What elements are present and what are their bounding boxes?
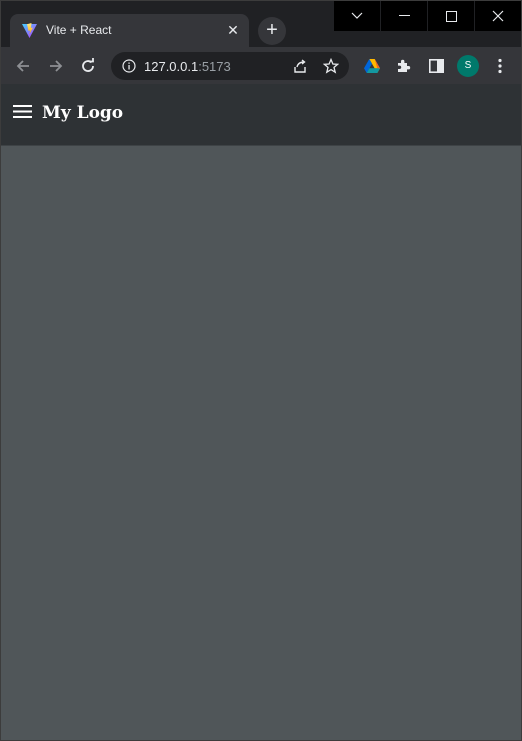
tab-strip: Vite + React ✕ + — [1, 1, 521, 47]
kebab-menu-icon[interactable] — [489, 55, 511, 77]
url-host: 127.0.0.1 — [144, 59, 199, 74]
arrow-left-icon[interactable] — [12, 55, 34, 77]
arrow-right-icon[interactable] — [45, 55, 67, 77]
page-content: My Logo — [1, 84, 521, 740]
app-navbar: My Logo — [1, 84, 521, 146]
tab-title: Vite + React — [46, 23, 112, 37]
address-bar[interactable]: 127.0.0.1:5173 — [111, 52, 349, 80]
url-port: :5173 — [198, 59, 231, 74]
maximize-icon[interactable] — [427, 1, 474, 31]
brand-logo[interactable]: My Logo — [42, 103, 123, 123]
reload-icon[interactable] — [77, 55, 99, 77]
chevron-down-icon[interactable] — [333, 1, 380, 31]
puzzle-icon[interactable] — [393, 55, 415, 77]
profile-avatar[interactable]: S — [457, 55, 479, 77]
url-text: 127.0.0.1:5173 — [144, 59, 231, 74]
plus-icon[interactable]: + — [258, 17, 286, 45]
browser-toolbar: 127.0.0.1:5173 S — [1, 47, 521, 84]
tab-close-icon[interactable]: ✕ — [225, 22, 241, 38]
star-icon[interactable] — [323, 58, 339, 74]
window-controls — [333, 1, 521, 31]
close-icon[interactable] — [474, 1, 521, 31]
vite-icon — [22, 23, 37, 38]
minimize-icon[interactable] — [380, 1, 427, 31]
tab-vite-react[interactable]: Vite + React ✕ — [10, 14, 249, 47]
info-icon[interactable] — [122, 59, 136, 73]
hamburger-icon[interactable] — [13, 104, 32, 119]
side-panel-icon[interactable] — [425, 55, 447, 77]
browser-window: Vite + React ✕ + 127.0.0.1:5173 S My Log… — [0, 0, 522, 741]
google-drive-icon[interactable] — [361, 55, 383, 77]
share-icon[interactable] — [292, 58, 308, 74]
